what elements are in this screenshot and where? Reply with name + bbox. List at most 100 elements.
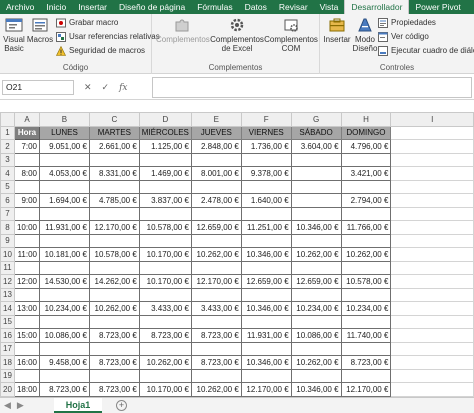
cell[interactable]: [390, 368, 474, 383]
value-cell[interactable]: [39, 341, 90, 356]
header-day[interactable]: SÁBADO: [290, 125, 342, 140]
row-header-9[interactable]: 9: [0, 233, 15, 248]
value-cell[interactable]: [88, 152, 140, 167]
header-day[interactable]: DOMINGO: [340, 125, 392, 140]
value-cell[interactable]: [240, 314, 292, 329]
value-cell[interactable]: 10.234,00 €: [290, 301, 342, 316]
row-header-10[interactable]: 10: [0, 247, 15, 262]
value-cell[interactable]: 3.604,00 €: [290, 139, 342, 154]
value-cell[interactable]: 12.170,00 €: [340, 382, 392, 397]
cell[interactable]: [390, 233, 474, 248]
hour-cell[interactable]: 13:00: [13, 301, 41, 316]
value-cell[interactable]: [290, 152, 342, 167]
cell[interactable]: [390, 382, 474, 397]
value-cell[interactable]: [88, 206, 140, 221]
row-header-8[interactable]: 8: [0, 220, 15, 235]
hour-cell[interactable]: 10:00: [13, 220, 41, 235]
value-cell[interactable]: 14.262,00 €: [88, 274, 140, 289]
value-cell[interactable]: 8.723,00 €: [340, 355, 392, 370]
value-cell[interactable]: [240, 260, 292, 275]
row-header-20[interactable]: 20: [0, 382, 15, 397]
value-cell[interactable]: 10.181,00 €: [39, 247, 90, 262]
cell[interactable]: [390, 139, 474, 154]
value-cell[interactable]: 2.478,00 €: [190, 193, 242, 208]
value-cell[interactable]: [340, 287, 392, 302]
value-cell[interactable]: [240, 341, 292, 356]
cell[interactable]: [390, 166, 474, 181]
value-cell[interactable]: 3.837,00 €: [138, 193, 192, 208]
formula-input[interactable]: [152, 77, 472, 98]
cell[interactable]: [390, 301, 474, 316]
value-cell[interactable]: [290, 341, 342, 356]
visual-basic-button[interactable]: Visual Basic: [2, 16, 26, 53]
insertar-control-button[interactable]: Insertar: [322, 16, 352, 44]
cell[interactable]: [390, 341, 474, 356]
row-header-13[interactable]: 13: [0, 287, 15, 302]
worksheet-grid[interactable]: A B C D E F G H I 1 Hora LUNES MARTES MIÉRCOLES JUEVES…: [0, 112, 474, 413]
value-cell[interactable]: 1.469,00 €: [138, 166, 192, 181]
ver-codigo-button[interactable]: Ver código: [378, 31, 429, 42]
value-cell[interactable]: 10.262,00 €: [190, 247, 242, 262]
value-cell[interactable]: [240, 233, 292, 248]
grabar-macro-button[interactable]: Grabar macro: [56, 17, 118, 28]
value-cell[interactable]: [88, 368, 140, 383]
value-cell[interactable]: [290, 179, 342, 194]
hour-cell[interactable]: 18:00: [13, 382, 41, 397]
tab-insertar[interactable]: Insertar: [72, 0, 113, 14]
cell[interactable]: [390, 314, 474, 329]
value-cell[interactable]: [340, 179, 392, 194]
column-header-h[interactable]: H: [340, 112, 392, 127]
value-cell[interactable]: [138, 341, 192, 356]
column-header-e[interactable]: E: [190, 112, 242, 127]
cell[interactable]: [390, 247, 474, 262]
value-cell[interactable]: 12.170,00 €: [88, 220, 140, 235]
hour-cell[interactable]: [13, 368, 41, 383]
header-day[interactable]: VIERNES: [240, 125, 292, 140]
value-cell[interactable]: 8.331,00 €: [88, 166, 140, 181]
value-cell[interactable]: [340, 233, 392, 248]
value-cell[interactable]: 9.458,00 €: [39, 355, 90, 370]
value-cell[interactable]: [190, 152, 242, 167]
column-header-a[interactable]: A: [13, 112, 41, 127]
value-cell[interactable]: [290, 233, 342, 248]
hour-cell[interactable]: [13, 341, 41, 356]
cell[interactable]: [390, 152, 474, 167]
value-cell[interactable]: 12.659,00 €: [240, 274, 292, 289]
value-cell[interactable]: 10.578,00 €: [340, 274, 392, 289]
tab-desarrollador[interactable]: Desarrollador: [344, 0, 410, 14]
value-cell[interactable]: 10.086,00 €: [39, 328, 90, 343]
header-day[interactable]: MARTES: [88, 125, 140, 140]
value-cell[interactable]: [190, 206, 242, 221]
cell[interactable]: [390, 179, 474, 194]
value-cell[interactable]: 1.736,00 €: [240, 139, 292, 154]
value-cell[interactable]: [39, 179, 90, 194]
value-cell[interactable]: 10.234,00 €: [340, 301, 392, 316]
value-cell[interactable]: 12.659,00 €: [190, 220, 242, 235]
hour-cell[interactable]: [13, 314, 41, 329]
value-cell[interactable]: 4.785,00 €: [88, 193, 140, 208]
value-cell[interactable]: [190, 260, 242, 275]
row-header-4[interactable]: 4: [0, 166, 15, 181]
value-cell[interactable]: 10.262,00 €: [138, 355, 192, 370]
value-cell[interactable]: 10.170,00 €: [138, 382, 192, 397]
enter-icon[interactable]: ✓: [102, 82, 110, 93]
seguridad-macros-button[interactable]: Seguridad de macros: [56, 45, 145, 56]
value-cell[interactable]: 10.262,00 €: [290, 355, 342, 370]
value-cell[interactable]: 10.234,00 €: [39, 301, 90, 316]
value-cell[interactable]: 8.723,00 €: [88, 382, 140, 397]
value-cell[interactable]: [138, 206, 192, 221]
value-cell[interactable]: [39, 287, 90, 302]
column-header-i[interactable]: I: [390, 112, 474, 127]
value-cell[interactable]: 1.694,00 €: [39, 193, 90, 208]
row-header-1[interactable]: 1: [0, 125, 15, 140]
value-cell[interactable]: 3.421,00 €: [340, 166, 392, 181]
value-cell[interactable]: [138, 287, 192, 302]
value-cell[interactable]: 12.659,00 €: [290, 274, 342, 289]
modo-diseno-button[interactable]: Modo Diseño: [352, 16, 378, 53]
cell[interactable]: [390, 274, 474, 289]
value-cell[interactable]: [39, 233, 90, 248]
row-header-7[interactable]: 7: [0, 206, 15, 221]
value-cell[interactable]: 10.170,00 €: [138, 247, 192, 262]
row-header-12[interactable]: 12: [0, 274, 15, 289]
value-cell[interactable]: 3.433,00 €: [138, 301, 192, 316]
